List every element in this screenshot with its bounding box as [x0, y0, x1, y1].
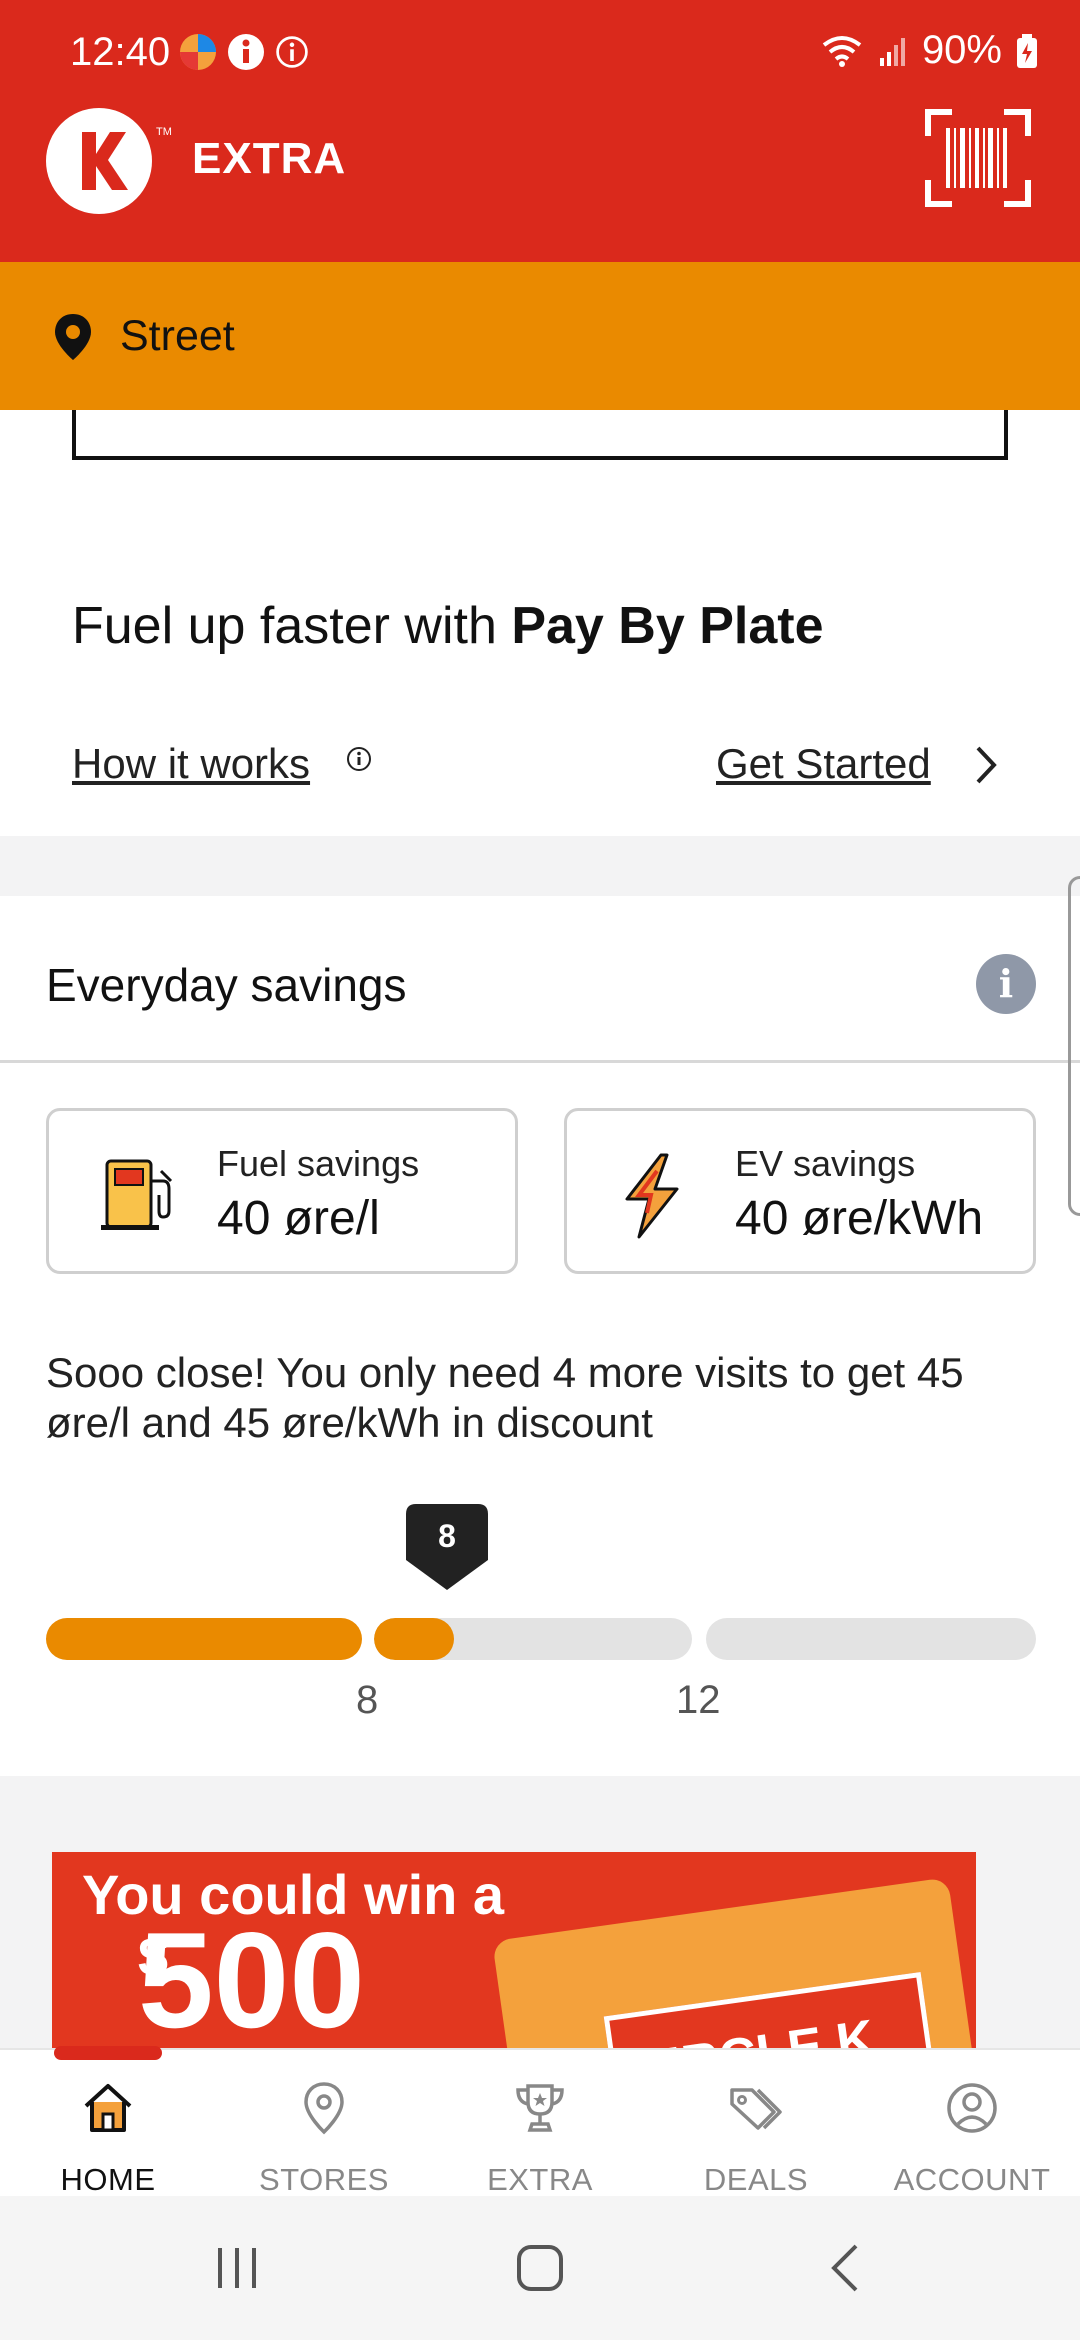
everyday-savings-title: Everyday savings — [46, 959, 407, 1011]
everyday-savings-card: Everyday savings i Fuel savings 40 øre/l — [0, 896, 1080, 1776]
pay-by-plate-title: Fuel up faster with Pay By Plate — [72, 596, 824, 656]
location-pin-icon — [55, 314, 91, 360]
location-pin-icon — [304, 2082, 344, 2135]
system-navigation-bar — [0, 2196, 1080, 2340]
fuel-pump-icon — [101, 1159, 173, 1230]
progress-tick-label: 12 — [676, 1678, 721, 1722]
trophy-icon — [516, 2084, 564, 2132]
nav-extra[interactable]: EXTRA — [432, 2070, 648, 2198]
status-right: 90% — [820, 28, 1038, 73]
nav-home[interactable]: HOME — [0, 2070, 216, 2198]
notification-icons — [178, 32, 310, 72]
circle-k-logo — [46, 108, 152, 214]
info-icon[interactable]: i — [976, 954, 1036, 1014]
location-label: Street — [120, 312, 235, 360]
ev-savings-label: EV savings — [735, 1143, 916, 1184]
ev-savings-value: 40 øre/kWh — [735, 1192, 984, 1245]
fuel-savings-label: Fuel savings — [217, 1143, 420, 1184]
back-icon[interactable] — [826, 2242, 866, 2294]
home-button-icon[interactable] — [514, 2242, 566, 2294]
progress-segment-fill — [374, 1618, 454, 1660]
nav-label: STORES — [259, 2162, 389, 2197]
scroll-edge-handle[interactable] — [1068, 876, 1080, 1216]
nav-account[interactable]: ACCOUNT — [864, 2070, 1080, 2198]
progress-segment-completed — [46, 1618, 362, 1660]
signal-icon — [879, 37, 905, 66]
get-started-link[interactable]: Get Started — [716, 740, 931, 788]
active-tab-indicator — [54, 2046, 162, 2060]
ev-savings-box: EV savings 40 øre/kWh — [564, 1108, 1036, 1274]
battery-charging-icon — [1017, 33, 1037, 68]
nav-label: DEALS — [703, 2162, 809, 2197]
app-bar: TM EXTRA — [0, 100, 1080, 240]
home-icon — [84, 2084, 132, 2132]
bottom-navigation: HOME STORES EXTRA DEALS ACCOUNT — [0, 2046, 1080, 2198]
progress-segment-current — [374, 1618, 692, 1660]
app-screen: 12:40 90% TM EXTRA Street Fuel up faster… — [0, 0, 1080, 2340]
status-time: 12:40 — [70, 30, 171, 74]
pay-by-plate-title-bold: Pay By Plate — [511, 597, 824, 655]
gift-card-image: CIRCLE K — [492, 1877, 976, 2048]
chevron-right-icon[interactable] — [972, 740, 1000, 790]
info-outline-icon — [276, 36, 308, 68]
gift-card-logo-panel: CIRCLE K — [603, 1971, 938, 2048]
nav-deals[interactable]: DEALS — [648, 2070, 864, 2198]
fuel-savings-box: Fuel savings 40 øre/l — [46, 1108, 518, 1274]
tags-icon — [730, 2088, 782, 2130]
lightning-bolt-icon — [625, 1153, 679, 1239]
promo-banner[interactable]: You could win a $ 500 CIRCLE K — [52, 1852, 976, 2048]
barcode-scan-icon[interactable] — [924, 108, 1032, 208]
app-title: EXTRA — [192, 134, 347, 183]
location-bar[interactable]: Street — [0, 262, 1080, 410]
gift-card-logo-text: CIRCLE K — [627, 2008, 879, 2048]
nav-label: EXTRA — [487, 2162, 593, 2197]
info-small-icon[interactable] — [346, 746, 372, 772]
nav-stores[interactable]: STORES — [216, 2070, 432, 2198]
app-notification-icon — [180, 34, 216, 70]
recent-apps-icon[interactable] — [212, 2244, 262, 2292]
info-filled-icon — [228, 34, 264, 70]
how-it-works-link[interactable]: How it works — [72, 740, 310, 788]
progress-message: Sooo close! You only need 4 more visits … — [46, 1349, 964, 1446]
nav-label: HOME — [60, 2162, 156, 2197]
account-icon — [947, 2083, 997, 2133]
pay-by-plate-card: Fuel up faster with Pay By Plate How it … — [0, 410, 1080, 836]
fuel-savings-value: 40 øre/l — [217, 1192, 380, 1245]
pay-by-plate-title-prefix: Fuel up faster with — [72, 597, 512, 655]
section-divider — [0, 1060, 1080, 1063]
status-bar: 12:40 90% — [0, 0, 1080, 96]
app-header: 12:40 90% TM EXTRA — [0, 0, 1080, 262]
wifi-icon — [822, 35, 862, 67]
clipped-card-outline — [72, 410, 1008, 460]
battery-percentage: 90% — [921, 28, 1002, 72]
progress-tick-label: 8 — [356, 1678, 379, 1722]
trademark-mark: TM — [156, 126, 172, 138]
progress-segment-next — [706, 1618, 1036, 1660]
progress-marker-value: 8 — [438, 1518, 456, 1554]
promo-amount: 500 — [138, 1904, 365, 2048]
scroll-content[interactable]: Fuel up faster with Pay By Plate How it … — [0, 410, 1080, 2048]
nav-label: ACCOUNT — [893, 2162, 1051, 2197]
